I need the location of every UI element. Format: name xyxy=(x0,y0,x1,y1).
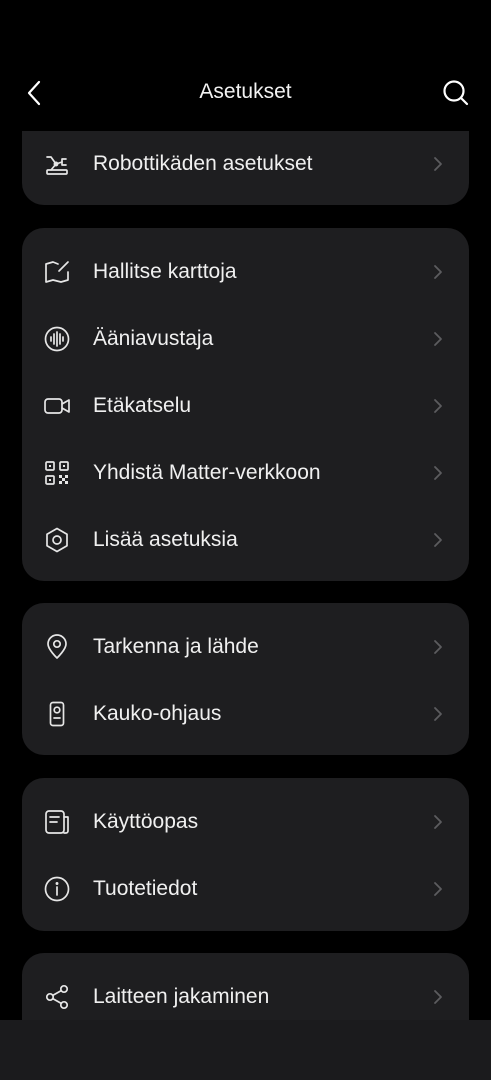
row-connect-matter[interactable]: Yhdistä Matter-verkkoon xyxy=(22,440,469,506)
chevron-right-icon xyxy=(432,638,444,656)
row-label: Lisää asetuksia xyxy=(93,528,238,551)
row-label: Robottikäden asetukset xyxy=(93,152,313,175)
chevron-right-icon xyxy=(432,397,444,415)
search-button[interactable] xyxy=(440,78,472,108)
row-manage-maps[interactable]: Hallitse karttoja xyxy=(22,239,469,305)
settings-group-control: Tarkenna ja lähde Kauko-ohjaus xyxy=(22,603,469,755)
row-label: Ääniavustaja xyxy=(93,327,214,350)
info-icon xyxy=(44,876,70,902)
row-more-settings[interactable]: Lisää asetuksia xyxy=(22,507,469,573)
row-label: Tuotetiedot xyxy=(93,877,198,900)
qr-code-icon xyxy=(44,460,70,486)
row-label: Tarkenna ja lähde xyxy=(93,635,259,658)
remote-control-icon xyxy=(44,701,70,727)
chevron-right-icon xyxy=(432,263,444,281)
chevron-right-icon xyxy=(432,155,444,173)
row-locate[interactable]: Tarkenna ja lähde xyxy=(22,614,469,680)
search-icon xyxy=(443,80,469,106)
bottom-bar xyxy=(0,1020,491,1080)
row-label: Kauko-ohjaus xyxy=(93,702,222,725)
row-label: Hallitse karttoja xyxy=(93,260,237,283)
share-icon xyxy=(44,984,70,1010)
page-title: Asetukset xyxy=(199,80,292,103)
row-product-info[interactable]: Tuotetiedot xyxy=(22,856,469,922)
header-bar: Asetukset xyxy=(0,60,491,126)
video-camera-icon xyxy=(44,393,70,419)
voice-wave-icon xyxy=(44,326,70,352)
row-label: Käyttöopas xyxy=(93,810,199,833)
settings-group-info: Käyttöopas Tuotetiedot xyxy=(22,778,469,931)
map-edit-icon xyxy=(44,259,70,285)
chevron-right-icon xyxy=(432,464,444,482)
location-pin-icon xyxy=(44,634,70,660)
row-voice-assistant[interactable]: Ääniavustaja xyxy=(22,306,469,372)
chevron-right-icon xyxy=(432,988,444,1006)
row-label: Laitteen jakaminen xyxy=(93,985,270,1008)
chevron-right-icon xyxy=(432,813,444,831)
row-remote-viewing[interactable]: Etäkatselu xyxy=(22,373,469,439)
chevron-right-icon xyxy=(432,705,444,723)
chevron-right-icon xyxy=(432,880,444,898)
settings-list[interactable]: Robottikäden asetukset Hallitse karttoja xyxy=(0,131,491,1020)
row-user-manual[interactable]: Käyttöopas xyxy=(22,789,469,855)
row-device-sharing[interactable]: Laitteen jakaminen xyxy=(22,964,469,1020)
chevron-right-icon xyxy=(432,330,444,348)
robot-arm-icon xyxy=(44,151,70,177)
row-label: Etäkatselu xyxy=(93,394,192,417)
row-robot-arm-settings[interactable]: Robottikäden asetukset xyxy=(22,131,469,197)
row-remote-control[interactable]: Kauko-ohjaus xyxy=(22,681,469,747)
manual-icon xyxy=(44,809,70,835)
settings-group-device: Hallitse karttoja Ääniavustaja Etäkatsel… xyxy=(22,228,469,581)
settings-group-sharing: Laitteen jakaminen xyxy=(22,953,469,1020)
chevron-right-icon xyxy=(432,531,444,549)
settings-group-robot: Robottikäden asetukset xyxy=(22,131,469,205)
row-label: Yhdistä Matter-verkkoon xyxy=(93,461,321,484)
hexagon-settings-icon xyxy=(44,527,70,553)
